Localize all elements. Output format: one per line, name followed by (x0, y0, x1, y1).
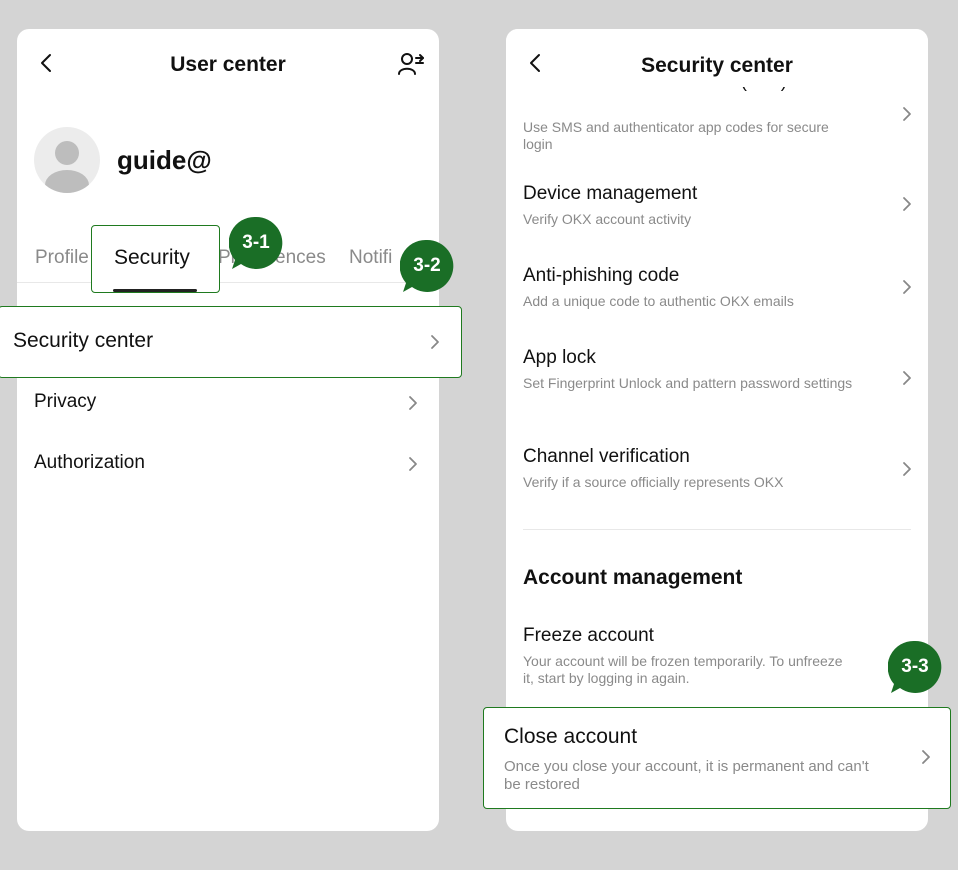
chevron-right-icon (903, 107, 911, 121)
sec-item-2fa[interactable]: Use SMS and authenticator app codes for … (523, 113, 928, 153)
menu-item-label: Security center (13, 329, 154, 352)
username: guide@ (117, 145, 212, 175)
sec-item-desc: Your account will be frozen temporarily.… (523, 653, 843, 686)
sec-item-anti-phishing[interactable]: Anti-phishing code Add a unique code to … (523, 265, 928, 325)
sec-item-desc: Set Fingerprint Unlock and pattern passw… (523, 375, 853, 391)
tab-active-indicator (113, 289, 197, 292)
sec-item-device-management[interactable]: Device management Verify OKX account act… (523, 183, 928, 243)
sec-item-desc: Verify if a source officially represents… (523, 474, 784, 490)
sec-item-channel-verification[interactable]: Channel verification Verify if a source … (523, 446, 928, 506)
tab-bar: Profile Security Pr ences Notifi (17, 229, 439, 292)
sec-item-title: Close account (504, 725, 638, 748)
menu-item-privacy[interactable]: Privacy (17, 378, 439, 428)
tab-security-label: Security (114, 246, 190, 269)
sec-item-title: Channel verification (523, 446, 690, 467)
chevron-right-icon (431, 335, 439, 349)
chevron-right-icon (409, 457, 417, 471)
sec-item-title: Freeze account (523, 625, 654, 646)
chevron-right-icon (903, 280, 911, 294)
user-center-screen: User center guide@ Profile Security Pr e… (17, 29, 439, 831)
menu-item-security-center[interactable]: Security center (0, 306, 462, 378)
chevron-right-icon (903, 462, 911, 476)
sec-item-desc: Add a unique code to authentic OKX email… (523, 293, 794, 309)
chevron-right-icon (409, 396, 417, 410)
chevron-right-icon (903, 197, 911, 211)
page-title: Security center (641, 54, 793, 77)
callout-label: 3-3 (901, 656, 929, 677)
callout-label: 3-1 (242, 232, 270, 253)
highlight-security-tab[interactable]: Security (91, 225, 220, 293)
avatar[interactable] (34, 127, 100, 193)
divider (523, 529, 911, 530)
page-title: User center (170, 53, 286, 76)
chevron-right-icon (922, 750, 930, 764)
callout-badge-3-2: 3-2 (400, 239, 454, 293)
menu-item-authorization[interactable]: Authorization (17, 439, 439, 489)
callout-badge-3-3: 3-3 (888, 640, 942, 694)
sec-item-desc: Use SMS and authenticator app codes for … (523, 119, 829, 152)
sec-item-desc: Once you close your account, it is perma… (504, 758, 869, 793)
sec-item-title: Device management (523, 183, 698, 204)
sec-item-title: Anti-phishing code (523, 265, 680, 286)
tab-profile[interactable]: Profile (35, 247, 89, 269)
sec-item-desc: Verify OKX account activity (523, 211, 692, 227)
avatar-placeholder-icon (45, 141, 89, 193)
sec-item-app-lock[interactable]: App lock Set Fingerprint Unlock and patt… (523, 347, 928, 417)
sec-item-title: App lock (523, 347, 596, 368)
callout-badge-3-1: 3-1 (229, 216, 283, 270)
menu-item-label: Authorization (34, 452, 145, 473)
section-heading-account-management: Account management (523, 566, 743, 589)
callout-label: 3-2 (413, 255, 441, 276)
sec-item-close-account[interactable]: Close account Once you close your accoun… (483, 707, 951, 809)
menu-item-label: Privacy (34, 391, 97, 412)
user-switch-icon[interactable] (397, 51, 425, 77)
sec-item-freeze-account[interactable]: Freeze account Your account will be froz… (523, 625, 928, 689)
chevron-right-icon (903, 371, 911, 385)
tab-notifications[interactable]: Notifi (349, 247, 392, 269)
